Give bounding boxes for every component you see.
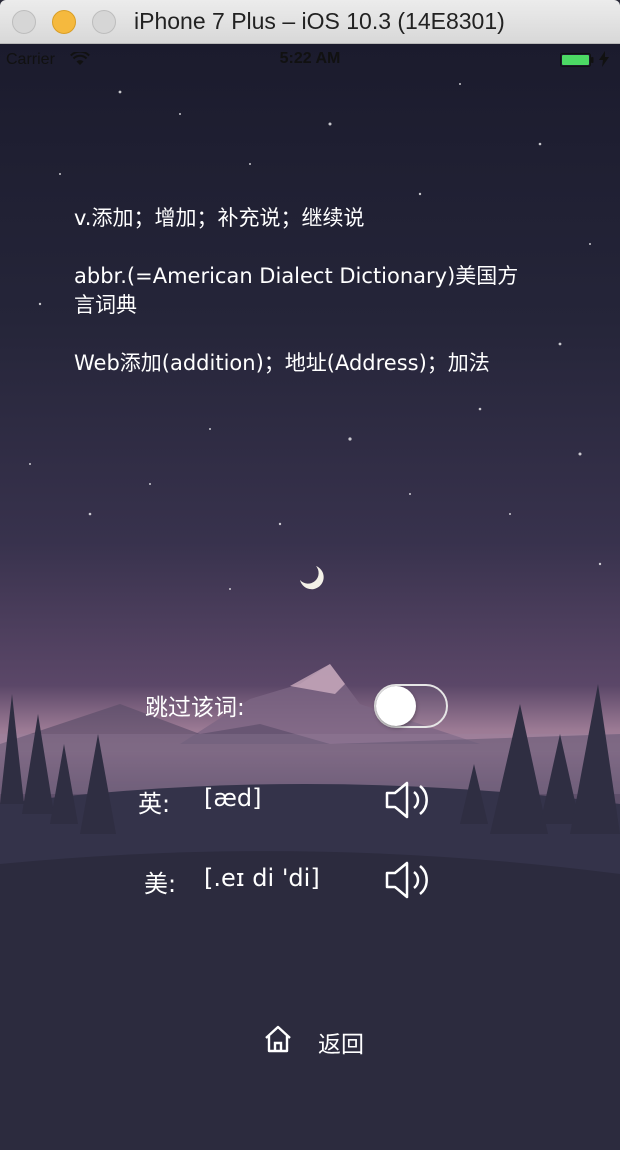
speaker-icon[interactable] <box>383 858 433 902</box>
skip-word-toggle[interactable] <box>374 684 448 728</box>
back-label: 返回 <box>318 1032 364 1058</box>
simulator-screen: Carrier 5:22 AM v.添加；增加；补充说；继续说 abbr.(=A… <box>0 44 620 1150</box>
status-time: 5:22 AM <box>279 50 341 67</box>
charging-icon <box>599 51 609 67</box>
pronunciation-uk-label: 英: <box>138 790 171 818</box>
window-title: iPhone 7 Plus – iOS 10.3 (14E8301) <box>134 8 505 34</box>
status-bar: Carrier 5:22 AM <box>0 44 620 76</box>
window-titlebar: iPhone 7 Plus – iOS 10.3 (14E8301) <box>0 0 620 44</box>
pronunciation-us-phonetic: [.eɪ di 'di] <box>204 864 320 892</box>
battery-icon <box>560 53 594 67</box>
zoom-window-button[interactable] <box>92 10 116 34</box>
back-button[interactable]: 返回 <box>262 1019 382 1059</box>
skip-word-row: 跳过该词: <box>145 684 465 730</box>
pronunciation-uk-row: 英: [æd] <box>138 778 458 824</box>
close-window-button[interactable] <box>12 10 36 34</box>
skip-word-label: 跳过该词: <box>145 695 245 721</box>
pronunciation-us-row: 美: [.eɪ di 'di] <box>138 858 458 904</box>
definition-item: Web添加(addition)；地址(Address)；加法 <box>74 351 490 375</box>
definition-item: abbr.(=American Dialect Dictionary)美国方言词… <box>74 264 519 317</box>
definitions-list: v.添加；增加；补充说；继续说 abbr.(=American Dialect … <box>74 204 524 407</box>
pronunciation-uk-phonetic: [æd] <box>204 784 262 812</box>
pronunciation-us-label: 美: <box>144 870 177 898</box>
speaker-icon[interactable] <box>383 778 433 822</box>
toggle-knob <box>376 686 416 726</box>
minimize-window-button[interactable] <box>52 10 76 34</box>
definition-item: v.添加；增加；补充说；继续说 <box>74 206 365 230</box>
home-icon <box>265 1025 291 1053</box>
